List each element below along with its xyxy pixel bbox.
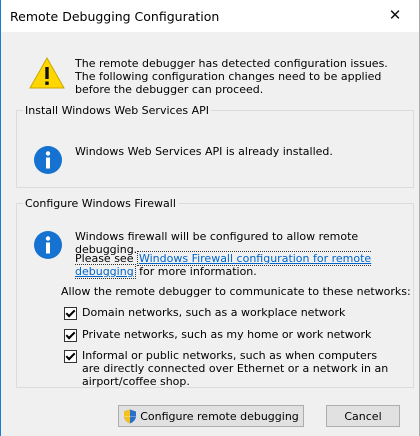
networks-intro: Allow the remote debugger to communicate… — [61, 285, 411, 298]
checkbox-public-label: Informal or public networks, such as whe… — [82, 349, 389, 388]
checkbox-public-networks[interactable]: Informal or public networks, such as whe… — [64, 349, 394, 388]
firewall-info-text: Please see Windows Firewall configuratio… — [75, 251, 405, 279]
configure-remote-debugging-button[interactable]: Configure remote debugging — [118, 405, 304, 427]
info-icon — [34, 231, 62, 259]
checkbox-domain[interactable] — [64, 307, 77, 320]
web-services-status: Windows Web Services API is already inst… — [75, 145, 333, 158]
web-services-group: Install Windows Web Services API Windows… — [16, 104, 414, 188]
dialog-window: Remote Debugging Configuration ✕ The rem… — [0, 0, 420, 436]
checkbox-private-label: Private networks, such as my home or wor… — [82, 328, 372, 341]
close-button[interactable]: ✕ — [375, 0, 415, 30]
firewall-legend: Configure Windows Firewall — [23, 197, 178, 210]
web-services-legend: Install Windows Web Services API — [23, 104, 211, 117]
see-suffix: for more information. — [135, 265, 257, 278]
window-title: Remote Debugging Configuration — [10, 9, 220, 24]
title-bar: Remote Debugging Configuration ✕ — [1, 0, 419, 32]
checkbox-domain-label: Domain networks, such as a workplace net… — [82, 306, 346, 319]
configure-button-label: Configure remote debugging — [140, 409, 299, 423]
cancel-button[interactable]: Cancel — [326, 405, 400, 427]
checkbox-private-networks[interactable]: Private networks, such as my home or wor… — [64, 328, 371, 342]
checkbox-private[interactable] — [64, 329, 77, 342]
checkbox-public[interactable] — [64, 350, 77, 363]
warning-icon — [29, 57, 65, 89]
info-icon — [34, 146, 62, 174]
dialog-body: The remote debugger has detected configu… — [1, 32, 419, 436]
shield-icon — [124, 409, 137, 423]
warning-message: The remote debugger has detected configu… — [75, 57, 388, 96]
checkbox-domain-networks[interactable]: Domain networks, such as a workplace net… — [64, 306, 345, 320]
